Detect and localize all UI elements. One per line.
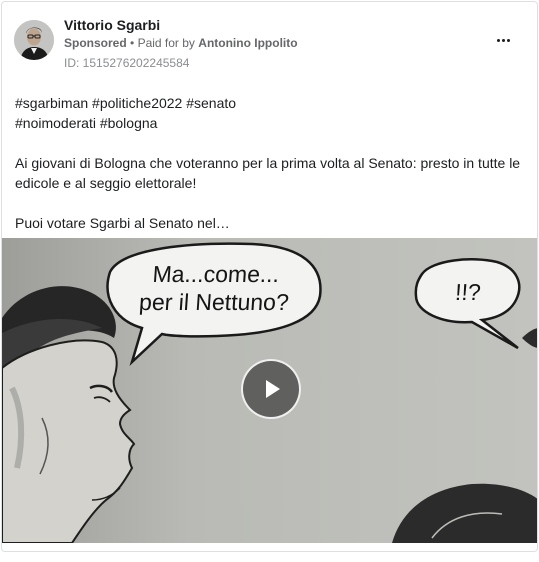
sponsored-line: Sponsored • Paid for by Antonino Ippolit…: [64, 36, 298, 50]
sponsored-label: Sponsored: [64, 36, 127, 50]
speech-bubble-left-line-2: per il Nettuno?: [138, 289, 290, 315]
post-header: Vittorio Sgarbi Sponsored • Paid for by …: [14, 16, 525, 72]
play-icon: [266, 380, 280, 398]
video-player[interactable]: Ma...come... per il Nettuno? !!?: [2, 238, 537, 543]
paid-for-name: Antonino Ippolito: [198, 36, 298, 50]
more-options-button[interactable]: [489, 30, 517, 50]
ad-id: ID: 1515276202245584: [64, 56, 190, 70]
post-paragraph-2: Puoi votare Sgarbi al Senato nel…: [15, 215, 230, 231]
avatar[interactable]: [14, 20, 54, 60]
more-horizontal-icon: [496, 38, 511, 42]
play-button[interactable]: [241, 359, 301, 419]
post-paragraph-1: Ai giovani di Bologna che voteranno per …: [15, 155, 521, 191]
speech-bubble-right: !!?: [454, 279, 482, 305]
separator-dot: •: [130, 36, 135, 50]
speech-bubble-left-line-1: Ma...come...: [151, 261, 281, 287]
post-text: #sgarbiman #politiche2022 #senato #noimo…: [15, 93, 530, 233]
ad-card: Vittorio Sgarbi Sponsored • Paid for by …: [1, 1, 538, 552]
avatar-image: [14, 20, 54, 60]
page-name[interactable]: Vittorio Sgarbi: [64, 17, 160, 33]
hashtags-line-2[interactable]: #noimoderati #bologna: [15, 113, 530, 133]
speech-bubble-left: Ma...come... per il Nettuno?: [118, 260, 312, 316]
hashtags-line-1[interactable]: #sgarbiman #politiche2022 #senato: [15, 93, 530, 113]
paid-for-prefix: Paid for by: [137, 36, 195, 50]
